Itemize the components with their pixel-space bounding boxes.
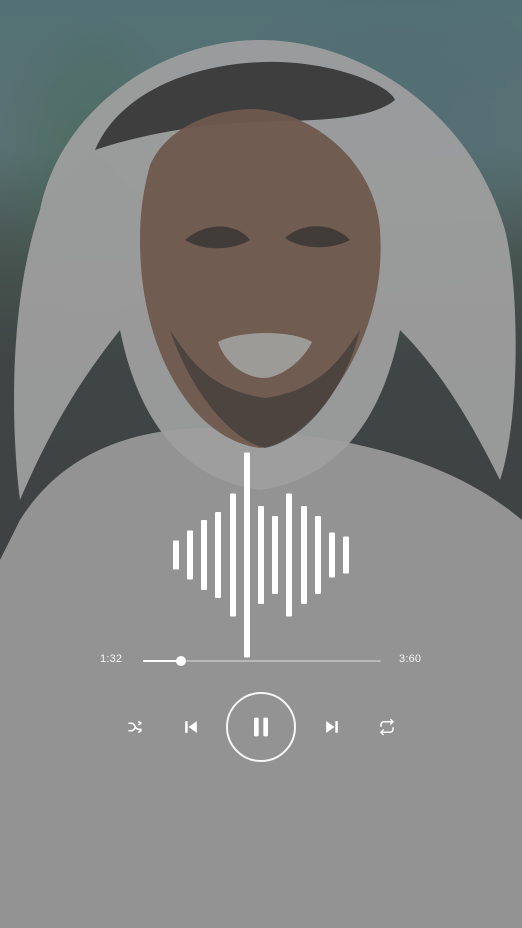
pause-button[interactable]: [226, 692, 296, 762]
previous-button[interactable]: [179, 714, 203, 740]
visualizer-bar: [315, 515, 321, 594]
music-player-screen: 1:32 3:60: [0, 0, 522, 928]
skip-next-icon: [322, 717, 342, 737]
visualizer-bar: [230, 493, 236, 616]
repeat-icon: [378, 718, 396, 736]
shuffle-icon: [126, 718, 144, 736]
visualizer-bar: [343, 536, 349, 573]
progress-thumb[interactable]: [175, 656, 186, 666]
pause-icon: [247, 713, 275, 741]
visualizer-bar: [272, 515, 278, 594]
next-button[interactable]: [320, 714, 344, 740]
total-time: 3:60: [399, 653, 422, 665]
visualizer-bar: [173, 540, 179, 569]
visualizer-bar: [286, 493, 292, 616]
audio-visualizer: [0, 452, 522, 657]
visualizer-bar: [301, 505, 307, 604]
visualizer-bar: [187, 530, 193, 579]
skip-previous-icon: [181, 717, 201, 737]
visualizer-bar: [244, 452, 250, 657]
visualizer-bar: [201, 519, 207, 590]
progress-track[interactable]: [143, 656, 381, 666]
repeat-button[interactable]: [375, 715, 399, 739]
visualizer-bar: [329, 532, 335, 577]
current-time: 1:32: [100, 653, 123, 665]
visualizer-bar: [215, 511, 221, 598]
shuffle-button[interactable]: [123, 715, 147, 739]
playback-controls: [0, 690, 522, 766]
visualizer-bar: [258, 505, 264, 604]
